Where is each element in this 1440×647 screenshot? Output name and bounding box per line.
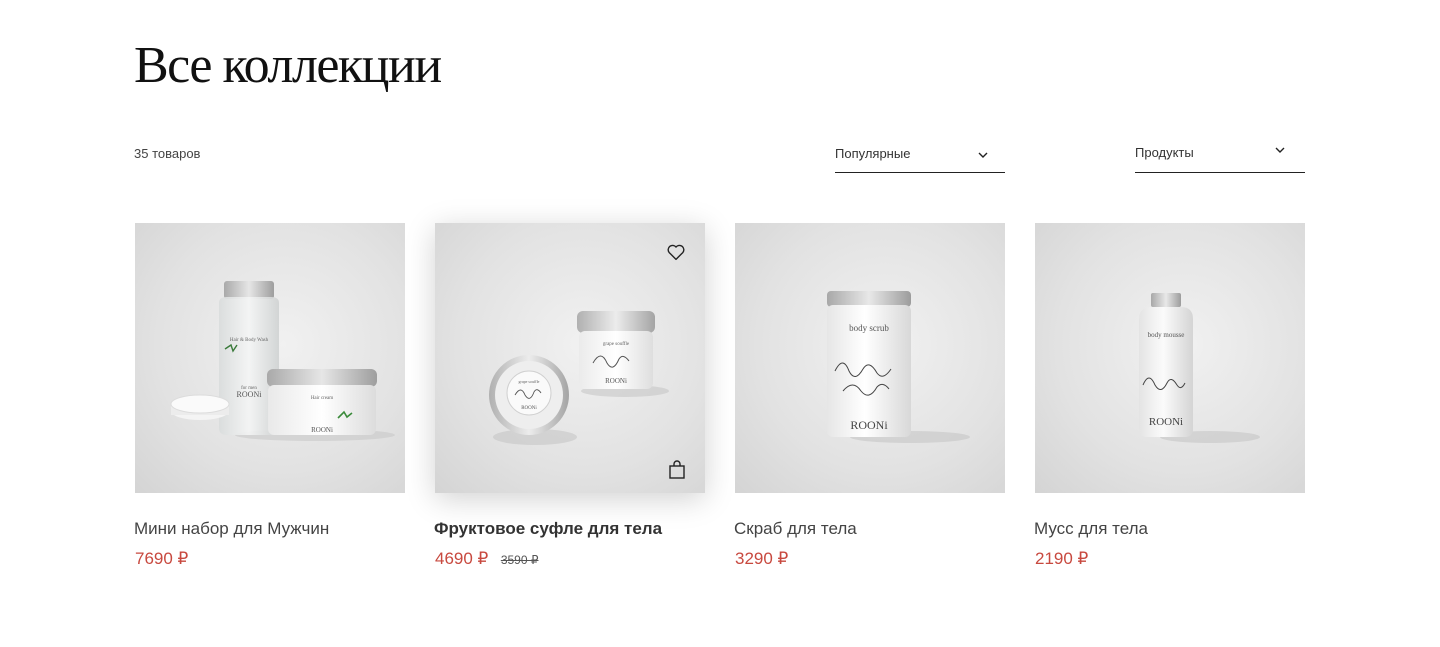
svg-text:ROONi: ROONi bbox=[237, 390, 263, 399]
price-row: 3290 ₽ bbox=[735, 549, 788, 569]
svg-text:Hair cream: Hair cream bbox=[311, 396, 333, 401]
body-souffle-image: grape souffle ROONi grape souffle ROONi bbox=[489, 311, 669, 445]
body-mousse-image: body mousse ROONi bbox=[1139, 293, 1260, 443]
svg-text:ROONi: ROONi bbox=[311, 426, 333, 434]
product-card[interactable]: body scrub ROONi Скраб для тела 3290 ₽ bbox=[734, 223, 1005, 568]
svg-text:ROONi: ROONi bbox=[605, 377, 627, 385]
svg-text:ROONi: ROONi bbox=[1149, 416, 1183, 428]
svg-text:ROONi: ROONi bbox=[850, 418, 888, 432]
page-title: Все коллекции bbox=[134, 37, 442, 94]
svg-text:Hair & Body Wash: Hair & Body Wash bbox=[230, 338, 269, 343]
price-row: 7690 ₽ bbox=[135, 549, 188, 569]
product-name[interactable]: Фруктовое суфле для тела bbox=[434, 519, 662, 539]
chevron-down-icon bbox=[1275, 147, 1285, 153]
sort-select-value: Популярные bbox=[835, 146, 911, 161]
product-price: 4690 ₽ bbox=[435, 549, 489, 568]
product-price: 2190 ₽ bbox=[1035, 549, 1089, 568]
product-name[interactable]: Мини набор для Мужчин bbox=[134, 519, 329, 539]
price-row: 2190 ₽ bbox=[1035, 549, 1088, 569]
svg-text:grape souffle: grape souffle bbox=[519, 379, 540, 384]
product-count: 35 товаров bbox=[134, 146, 201, 161]
product-price: 7690 ₽ bbox=[135, 549, 189, 568]
svg-text:ROONi: ROONi bbox=[521, 406, 537, 411]
body-scrub-image: body scrub ROONi bbox=[827, 291, 970, 443]
product-card[interactable]: Hair & Body Wash for men ROONi Hair crea… bbox=[134, 223, 405, 568]
category-select-value: Продукты bbox=[1135, 145, 1194, 160]
product-image-body-scrub[interactable]: body scrub ROONi bbox=[735, 223, 1005, 493]
product-image-men-mini-set[interactable]: Hair & Body Wash for men ROONi Hair crea… bbox=[135, 223, 405, 493]
product-name[interactable]: Скраб для тела bbox=[734, 519, 857, 539]
svg-text:grape souffle: grape souffle bbox=[603, 342, 630, 347]
product-image-body-mousse[interactable]: body mousse ROONi bbox=[1035, 223, 1305, 493]
product-price: 3290 ₽ bbox=[735, 549, 789, 568]
category-select[interactable]: Продукты bbox=[1135, 140, 1305, 173]
svg-text:body scrub: body scrub bbox=[849, 323, 889, 333]
product-name[interactable]: Мусс для тела bbox=[1034, 519, 1148, 539]
shopping-bag-icon[interactable] bbox=[668, 460, 686, 480]
product-old-price: 3590 ₽ bbox=[500, 553, 539, 567]
men-mini-set-image: Hair & Body Wash for men ROONi Hair crea… bbox=[170, 281, 395, 441]
heart-icon[interactable] bbox=[665, 241, 687, 263]
sort-select[interactable]: Популярные bbox=[835, 140, 1005, 173]
chevron-down-icon bbox=[978, 152, 988, 158]
product-card[interactable]: grape souffle ROONi grape souffle ROONi … bbox=[434, 223, 705, 568]
svg-text:body mousse: body mousse bbox=[1148, 331, 1185, 339]
price-row: 4690 ₽ 3590 ₽ bbox=[435, 549, 538, 569]
product-image-body-souffle[interactable]: grape souffle ROONi grape souffle ROONi bbox=[435, 223, 705, 493]
product-card[interactable]: body mousse ROONi Мусс для тела 2190 ₽ bbox=[1034, 223, 1305, 568]
